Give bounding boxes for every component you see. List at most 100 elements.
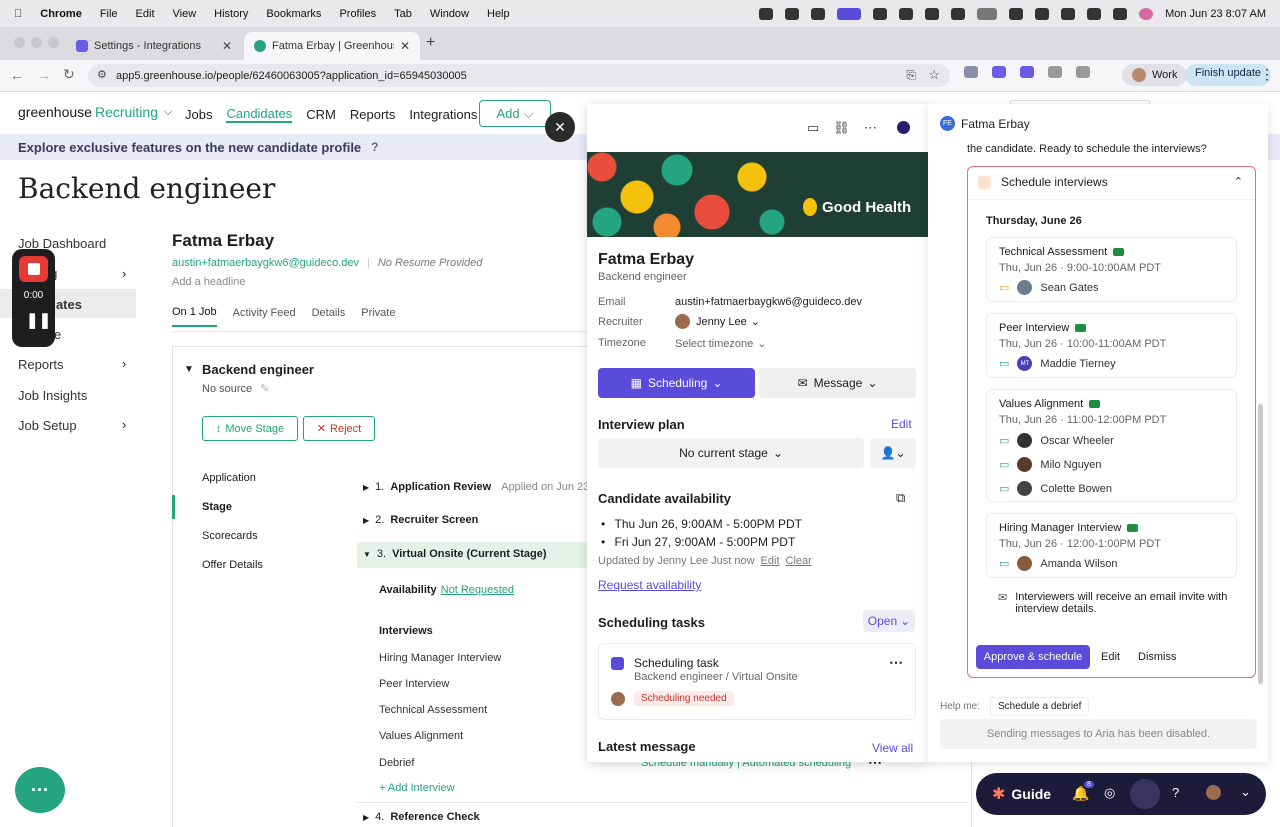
jobnav-stage[interactable]: Stage bbox=[202, 501, 232, 513]
sidebar-item-ie[interactable]: e bbox=[54, 327, 61, 342]
scheduling-task-card[interactable]: Scheduling task Backend engineer / Virtu… bbox=[598, 643, 916, 720]
menu-file[interactable]: File bbox=[100, 8, 118, 20]
sidebar-item-reports[interactable]: Reports bbox=[18, 357, 64, 372]
menu-view[interactable]: View bbox=[173, 8, 197, 20]
move-stage-button[interactable]: ↕ Move Stage bbox=[202, 416, 298, 441]
interview-item[interactable]: Technical Assessment bbox=[379, 704, 487, 716]
nav-integrations[interactable]: Integrations bbox=[409, 107, 477, 122]
tab-details[interactable]: Details bbox=[312, 307, 346, 326]
status-icon[interactable] bbox=[785, 7, 800, 20]
back-icon[interactable]: ← bbox=[10, 67, 24, 83]
sidepanel-icon[interactable] bbox=[1076, 66, 1090, 78]
edit-button[interactable]: Edit bbox=[1101, 651, 1120, 663]
more-icon[interactable]: ⋯ bbox=[864, 120, 877, 136]
tasks-filter-select[interactable]: Open ⌄ bbox=[863, 610, 915, 632]
clear-availability-link[interactable]: Clear bbox=[786, 555, 812, 567]
reload-icon[interactable]: ↻ bbox=[63, 66, 75, 83]
availability-link[interactable]: Not Requested bbox=[441, 584, 514, 596]
apple-icon[interactable]:  bbox=[14, 8, 22, 20]
nav-reports[interactable]: Reports bbox=[350, 107, 396, 122]
edit-availability-link[interactable]: Edit bbox=[761, 555, 780, 567]
interview-item[interactable]: Values Alignment bbox=[379, 730, 463, 742]
copy-icon[interactable]: ⧉ bbox=[896, 490, 905, 506]
interview-slot-card[interactable]: Peer Interview Thu, Jun 26 · 10:00-11:00… bbox=[986, 313, 1237, 378]
screen-share-icon[interactable] bbox=[837, 7, 862, 20]
interview-item[interactable]: Hiring Manager Interview bbox=[379, 652, 501, 664]
jobnav-application[interactable]: Application bbox=[202, 472, 256, 484]
status-icon[interactable] bbox=[899, 7, 914, 20]
more-icon[interactable]: ⋯ bbox=[889, 654, 903, 671]
nav-crm[interactable]: CRM bbox=[306, 107, 336, 122]
interview-item[interactable]: Peer Interview bbox=[379, 678, 449, 690]
window-minimize-icon[interactable] bbox=[31, 37, 42, 48]
schedule-debrief-chip[interactable]: Schedule a debrief bbox=[990, 697, 1090, 716]
brand-logo[interactable]: greenhouse Recruiting ⌵ bbox=[18, 104, 172, 120]
interview-slot-card[interactable]: Values Alignment Thu, Jun 26 · 11:00-12:… bbox=[986, 389, 1237, 502]
puzzle-icon[interactable] bbox=[1048, 66, 1062, 78]
menu-history[interactable]: History bbox=[214, 8, 248, 20]
menu-tab[interactable]: Tab bbox=[394, 8, 412, 20]
jobnav-offer-details[interactable]: Offer Details bbox=[202, 559, 263, 571]
menu-app-name[interactable]: Chrome bbox=[40, 8, 82, 20]
nav-candidates[interactable]: Candidates bbox=[226, 106, 293, 123]
new-tab-icon[interactable]: + bbox=[426, 34, 435, 52]
tab-private[interactable]: Private bbox=[361, 307, 395, 326]
link-icon[interactable]: ⛓ bbox=[833, 120, 850, 136]
tab-activity-feed[interactable]: Activity Feed bbox=[233, 307, 296, 326]
close-panel-button[interactable]: ✕ bbox=[545, 112, 575, 142]
interview-slot-card[interactable]: Technical Assessment Thu, Jun 26 · 9:00-… bbox=[986, 237, 1237, 302]
nav-jobs[interactable]: Jobs bbox=[185, 107, 212, 122]
help-icon[interactable]: ? bbox=[371, 140, 378, 154]
stage-row-current[interactable]: ▼ 3. Virtual Onsite (Current Stage) bbox=[363, 548, 547, 560]
check-circle-icon[interactable]: ◎ bbox=[1104, 785, 1115, 801]
more-vert-icon[interactable]: ⋮ bbox=[1260, 66, 1274, 83]
tab-settings-integrations[interactable]: Settings - Integrations ✕ bbox=[66, 32, 242, 60]
stage-row[interactable]: ▶ 1. Application Review Applied on Jun 2… bbox=[363, 481, 592, 493]
request-availability-link[interactable]: Request availability bbox=[598, 578, 701, 592]
status-icon[interactable] bbox=[759, 7, 774, 20]
menu-window[interactable]: Window bbox=[430, 8, 469, 20]
chevron-up-icon[interactable]: ⌃ bbox=[1234, 175, 1243, 188]
timezone-select[interactable]: Select timezone ⌄ bbox=[675, 337, 766, 351]
pencil-icon[interactable]: ✎ bbox=[260, 382, 269, 395]
status-icon[interactable] bbox=[925, 7, 940, 20]
schedule-card-header[interactable]: Schedule interviews bbox=[978, 175, 1108, 189]
finish-update-button[interactable]: Finish update bbox=[1185, 64, 1272, 86]
tab-on-job[interactable]: On 1 Job bbox=[172, 306, 217, 327]
approve-schedule-button[interactable]: Approve & schedule bbox=[976, 645, 1090, 669]
add-button[interactable]: Add ⌵ bbox=[479, 100, 551, 127]
menu-bookmarks[interactable]: Bookmarks bbox=[266, 8, 321, 20]
window-zoom-icon[interactable] bbox=[48, 37, 59, 48]
bluetooth-icon[interactable] bbox=[1061, 7, 1076, 20]
guide-button[interactable]: Guide bbox=[1011, 786, 1051, 802]
add-headline-link[interactable]: Add a headline bbox=[172, 276, 245, 288]
aria-icon[interactable] bbox=[897, 121, 910, 134]
window-close-icon[interactable] bbox=[14, 37, 25, 48]
reject-button[interactable]: ✕ Reject bbox=[303, 416, 375, 441]
message-button[interactable]: ✉ Message ⌄ bbox=[759, 368, 916, 398]
view-all-link[interactable]: View all bbox=[872, 741, 913, 755]
sidebar-item-job-setup[interactable]: Job Setup bbox=[18, 418, 77, 433]
battery-icon[interactable] bbox=[977, 7, 998, 20]
status-icon[interactable] bbox=[951, 7, 966, 20]
dismiss-button[interactable]: Dismiss bbox=[1138, 651, 1177, 663]
scheduling-button[interactable]: ▦ Scheduling ⌄ bbox=[598, 368, 755, 398]
screen-icon[interactable]: ▭ bbox=[807, 120, 819, 136]
close-icon[interactable]: ✕ bbox=[222, 39, 232, 53]
pause-icon[interactable]: ❚❚ bbox=[26, 311, 51, 329]
stage-row[interactable]: ▶ 2. Recruiter Screen bbox=[363, 514, 478, 526]
extension-icon[interactable] bbox=[964, 66, 978, 78]
control-center-icon[interactable] bbox=[1113, 7, 1128, 20]
menu-profiles[interactable]: Profiles bbox=[339, 8, 376, 20]
url-field[interactable]: ⚙ app5.greenhouse.io/people/62460063005?… bbox=[88, 64, 950, 87]
install-icon[interactable]: ⎘ bbox=[906, 68, 916, 83]
email-value[interactable]: austin+fatmaerbaygkw6@guideco.dev bbox=[675, 296, 862, 308]
avatar[interactable] bbox=[1206, 785, 1221, 800]
siri-icon[interactable] bbox=[1139, 7, 1154, 20]
scrollbar[interactable] bbox=[1258, 404, 1263, 684]
menu-clock[interactable]: Mon Jun 23 8:07 AM bbox=[1165, 8, 1266, 20]
sidebar-item-job-insights[interactable]: Job Insights bbox=[18, 388, 87, 403]
forward-icon[interactable]: → bbox=[37, 67, 51, 83]
user-icon[interactable] bbox=[1009, 7, 1024, 20]
volume-icon[interactable] bbox=[1035, 7, 1050, 20]
